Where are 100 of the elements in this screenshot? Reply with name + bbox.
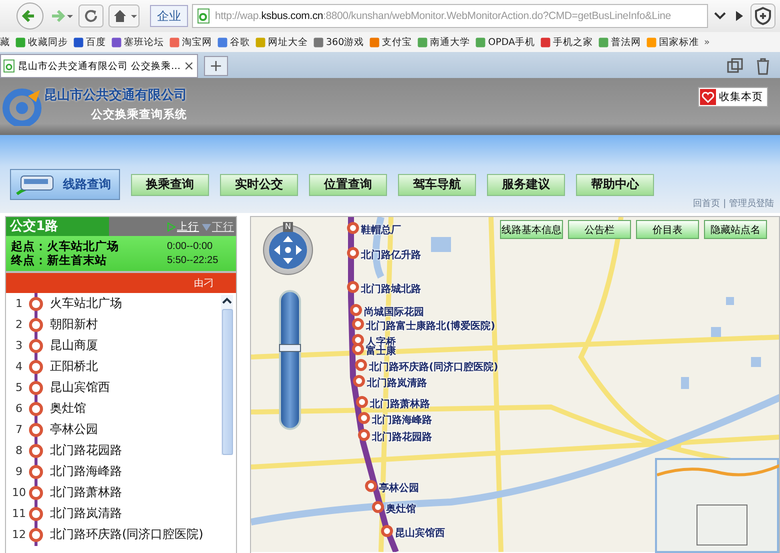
- windows-icon[interactable]: [726, 57, 744, 75]
- map-button[interactable]: 线路基本信息: [500, 220, 563, 239]
- map-stop-label: 北门路环庆路(同济口腔医院): [369, 361, 498, 375]
- nav-tab[interactable]: 位置查询: [309, 174, 387, 196]
- terminal-name: 新生首末站: [47, 252, 108, 268]
- stop-name[interactable]: 昆山宾馆西: [50, 379, 110, 396]
- stop-name[interactable]: 奥灶馆: [50, 400, 86, 417]
- browser-tab[interactable]: 昆山市公共交通有限公司 公交换乘… ×: [0, 54, 198, 78]
- nav-tab[interactable]: 帮助中心: [576, 174, 654, 196]
- refresh-icon[interactable]: [78, 4, 104, 28]
- site-icon[interactable]: [369, 36, 380, 48]
- stop-name[interactable]: 北门路岚清路: [50, 505, 122, 522]
- nav-tab[interactable]: 实时公交: [220, 174, 298, 196]
- bookmark-page-button[interactable]: 收集本页: [698, 87, 768, 107]
- stop-name[interactable]: 昆山商厦: [50, 337, 98, 354]
- map-button[interactable]: 公告栏: [568, 220, 631, 239]
- stop-number: 2: [14, 318, 24, 331]
- tab-title: 昆山市公共交通有限公司 公交换乘…: [18, 60, 181, 72]
- scrollbar[interactable]: [221, 295, 233, 455]
- stop-marker-icon[interactable]: [28, 398, 44, 420]
- stop-name[interactable]: 火车站北广场: [50, 295, 122, 312]
- address-bar[interactable]: http://wap.ksbus.com.cn:8800/kunshan/webMonitor.WebMonitorAction.do?CMD=getBusLineInfo&Line: [192, 4, 708, 28]
- page-icon[interactable]: [3, 59, 15, 73]
- site-icon[interactable]: [417, 36, 428, 48]
- bookmark-link[interactable]: 塞班论坛: [111, 36, 164, 48]
- trash-icon[interactable]: [754, 57, 772, 75]
- bookmark-link[interactable]: 支付宝: [369, 36, 412, 48]
- site-icon[interactable]: [73, 36, 84, 48]
- site-icon[interactable]: [169, 36, 180, 48]
- zoom-slider[interactable]: [279, 290, 301, 430]
- stop-marker-icon[interactable]: [28, 502, 44, 524]
- bookmark-link[interactable]: 手机之家: [540, 36, 593, 48]
- bookmark-link[interactable]: 收藏同步: [15, 36, 68, 48]
- zoom-slider-thumb[interactable]: [279, 344, 301, 352]
- service-hours: 0:00--0:00: [167, 240, 213, 252]
- heart-icon[interactable]: [700, 89, 716, 105]
- site-icon[interactable]: [313, 36, 324, 48]
- stop-name[interactable]: 北门路萧林路: [50, 484, 122, 501]
- map-button[interactable]: 隐藏站点名: [704, 220, 767, 239]
- stop-marker-icon[interactable]: [28, 356, 44, 378]
- search-engine-dropdown[interactable]: 企业: [150, 5, 188, 27]
- map-stop-label: 尚城国际花园: [364, 306, 424, 320]
- bookmark-folder[interactable]: 藏: [0, 36, 10, 48]
- nav-tab[interactable]: 线路查询: [10, 169, 120, 200]
- new-tab-button[interactable]: +: [204, 56, 228, 76]
- stop-marker-icon[interactable]: [28, 376, 44, 398]
- company-name: 昆山市公共交通有限公司: [44, 86, 187, 104]
- stop-marker-icon[interactable]: [28, 334, 44, 356]
- scrollbar-thumb[interactable]: [222, 309, 232, 455]
- site-icon[interactable]: [111, 36, 122, 48]
- stop-number: 9: [14, 465, 24, 478]
- stop-number: 7: [14, 423, 24, 436]
- map-button[interactable]: 价目表: [636, 220, 699, 239]
- page-icon[interactable]: [197, 8, 211, 24]
- terminal-label: 终点：: [11, 252, 47, 268]
- home-icon[interactable]: [108, 4, 140, 28]
- stop-marker-icon[interactable]: [28, 293, 44, 314]
- map-stop-label: 北门路富士康路北(博爱医院): [366, 320, 496, 334]
- map-stop-label: 鞋帽总厂: [361, 224, 401, 238]
- system-name: 公交换乘查询系统: [91, 107, 187, 122]
- site-icon[interactable]: [15, 36, 26, 48]
- bookmark-link[interactable]: 普法网: [598, 36, 641, 48]
- stop-name[interactable]: 亭林公园: [50, 421, 98, 438]
- bookmark-link[interactable]: 南通大学: [417, 36, 470, 48]
- stop-marker-icon[interactable]: [28, 314, 44, 336]
- site-icon[interactable]: [217, 36, 228, 48]
- map-stop-label: 奥灶馆: [386, 503, 416, 517]
- service-hours: 5:50--22:25: [167, 254, 218, 266]
- nav-tab[interactable]: 驾车导航: [398, 174, 476, 196]
- stop-marker-icon[interactable]: [28, 482, 44, 504]
- bookmark-link[interactable]: 百度: [73, 36, 106, 48]
- site-icon[interactable]: [475, 36, 486, 48]
- stop-name[interactable]: 北门路海峰路: [50, 463, 122, 480]
- stop-name[interactable]: 正阳桥北: [50, 358, 98, 375]
- line-name: 公交1路: [6, 217, 109, 236]
- stop-name[interactable]: 北门路环庆路(同济口腔医院): [50, 526, 204, 543]
- notice-text: 由刁: [194, 276, 214, 290]
- stop-marker-icon[interactable]: [28, 524, 44, 546]
- map-stop-label: 北门路花园路: [372, 431, 432, 445]
- stop-marker-icon[interactable]: [28, 440, 44, 462]
- more-bookmarks[interactable]: »: [704, 36, 710, 48]
- stop-number: 5: [14, 381, 24, 394]
- nav-tab[interactable]: 服务建议: [487, 174, 565, 196]
- stop-marker-icon[interactable]: [28, 418, 44, 440]
- bookmark-link[interactable]: 淘宝网: [169, 36, 212, 48]
- stop-name[interactable]: 朝阳新村: [50, 316, 98, 333]
- direction-link[interactable]: 上行: [167, 220, 199, 234]
- bookmark-link[interactable]: 国家标准: [646, 36, 699, 48]
- site-icon[interactable]: [598, 36, 609, 48]
- bookmark-link[interactable]: 360游戏: [313, 36, 364, 48]
- shield-icon[interactable]: [750, 3, 776, 29]
- site-icon[interactable]: [540, 36, 551, 48]
- stop-marker-icon[interactable]: [28, 460, 44, 482]
- close-button[interactable]: ×: [184, 58, 194, 74]
- stop-name[interactable]: 北门路花园路: [50, 442, 122, 459]
- bookmark-link[interactable]: 网址大全: [255, 36, 308, 48]
- back-icon[interactable]: [16, 2, 44, 30]
- bookmark-link[interactable]: 谷歌: [217, 36, 250, 48]
- bookmark-link[interactable]: OPDA手机: [475, 36, 535, 48]
- nav-tab[interactable]: 换乘查询: [131, 174, 209, 196]
